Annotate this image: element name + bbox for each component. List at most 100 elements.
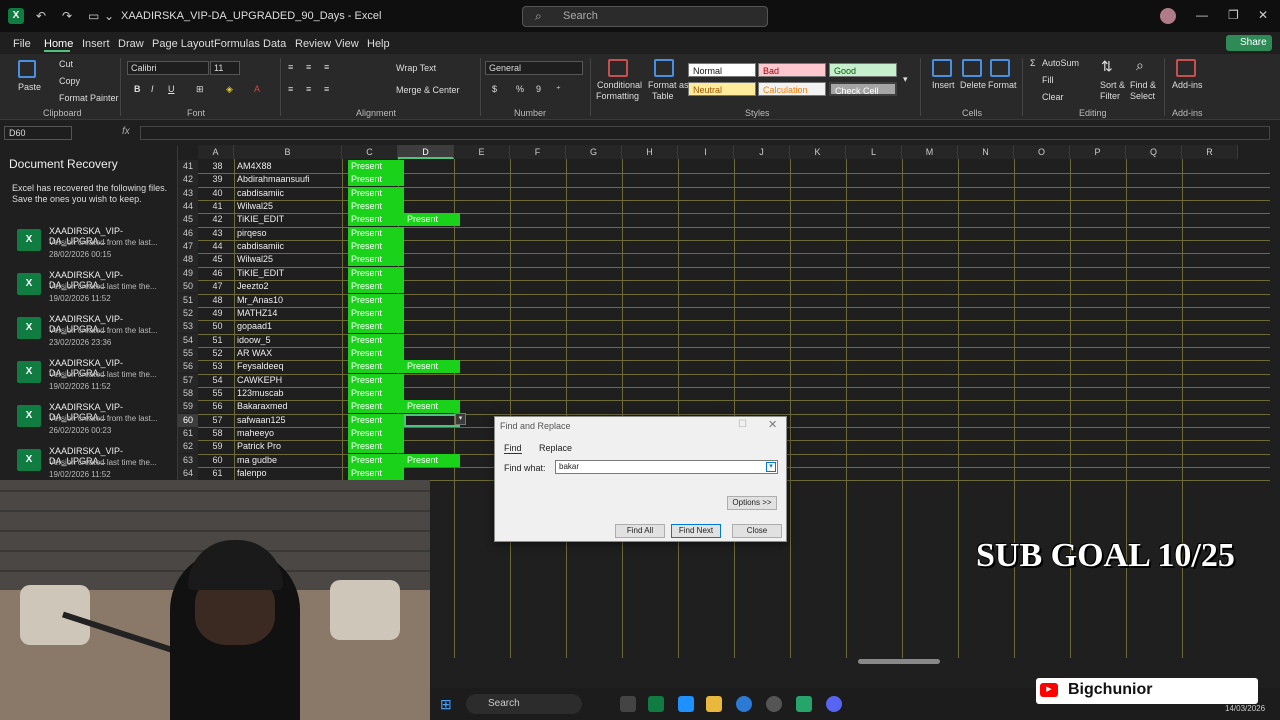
conditional-formatting-button[interactable]: Conditional: [597, 80, 642, 90]
column-header-p[interactable]: P: [1070, 145, 1126, 159]
insert-function-icon[interactable]: fx: [122, 126, 130, 137]
row-header[interactable]: 63: [178, 453, 198, 467]
font-name-select[interactable]: Calibri: [127, 61, 209, 75]
app-icon[interactable]: [766, 696, 782, 712]
column-header-k[interactable]: K: [790, 145, 846, 159]
align-top-icon[interactable]: ≡: [288, 62, 293, 72]
clear-button[interactable]: Clear: [1042, 92, 1064, 102]
cell-number[interactable]: 47: [198, 280, 234, 293]
styles-more-icon[interactable]: ▾: [903, 74, 908, 85]
font-size-select[interactable]: 11: [210, 61, 240, 75]
tab-draw[interactable]: Draw: [118, 38, 144, 50]
cell-status[interactable]: Present: [348, 373, 404, 387]
dialog-close-icon[interactable]: ✕: [768, 418, 777, 431]
find-history-dropdown-icon[interactable]: ▾: [766, 462, 776, 472]
restore-icon[interactable]: ❐: [1228, 8, 1239, 22]
row-header[interactable]: 60: [178, 413, 198, 427]
column-header-r[interactable]: R: [1182, 145, 1238, 159]
delete-cells-button[interactable]: Delete: [960, 80, 986, 90]
cell-status[interactable]: Present: [348, 427, 404, 440]
cell-username[interactable]: 123muscab: [234, 387, 342, 400]
cell-day-d[interactable]: [404, 334, 460, 347]
search-input[interactable]: ⌕ Search: [522, 6, 768, 27]
row-header[interactable]: 41: [178, 160, 198, 173]
tab-replace[interactable]: Replace: [539, 443, 572, 453]
row-header[interactable]: 51: [178, 293, 198, 307]
column-header-q[interactable]: Q: [1126, 145, 1182, 159]
recovery-item[interactable]: X XAADIRSKA_VIP-DA_UPGRA... Version crea…: [0, 358, 177, 402]
row-header[interactable]: 42: [178, 173, 198, 187]
cell-number[interactable]: 54: [198, 374, 234, 387]
paste-button[interactable]: Paste: [18, 82, 41, 92]
cell-username[interactable]: Patrick Pro: [234, 440, 342, 453]
whatsapp-icon[interactable]: [796, 696, 812, 712]
cell-username[interactable]: cabdisamiic: [234, 187, 342, 200]
align-center-icon[interactable]: ≡: [306, 84, 311, 94]
undo-icon[interactable]: ↶: [36, 9, 46, 23]
cell-number[interactable]: 55: [198, 387, 234, 400]
sort-filter-button[interactable]: Sort &: [1100, 80, 1125, 90]
cell-status[interactable]: Present: [348, 320, 404, 334]
cell-number[interactable]: 59: [198, 440, 234, 453]
cell-number[interactable]: 40: [198, 187, 234, 200]
tab-formulas[interactable]: Formulas: [214, 38, 260, 50]
cell-number[interactable]: 44: [198, 240, 234, 253]
align-bottom-icon[interactable]: ≡: [324, 62, 329, 72]
cell-username[interactable]: AR WAX: [234, 347, 342, 360]
format-as-table-icon[interactable]: [654, 59, 674, 77]
cell-username[interactable]: Bakaraxmed: [234, 400, 342, 413]
cell-username[interactable]: Wilwal25: [234, 253, 342, 266]
find-select-icon[interactable]: ⌕: [1136, 57, 1144, 74]
cell-status[interactable]: Present: [348, 440, 404, 454]
row-header[interactable]: 45: [178, 213, 198, 227]
cell-status[interactable]: Present: [348, 453, 404, 467]
align-right-icon[interactable]: ≡: [324, 84, 329, 94]
row-header[interactable]: 64: [178, 467, 198, 481]
cell-day-d[interactable]: Present: [404, 400, 460, 414]
cell-username[interactable]: AM4X88: [234, 160, 342, 173]
insert-cells-button[interactable]: Insert: [932, 80, 955, 90]
row-header[interactable]: 61: [178, 427, 198, 440]
tab-file[interactable]: File: [13, 38, 31, 50]
increase-decimal-icon[interactable]: ⁺: [556, 84, 561, 95]
insert-cells-icon[interactable]: [932, 59, 952, 77]
cell-day-d[interactable]: [404, 160, 460, 173]
cell-number[interactable]: 43: [198, 227, 234, 240]
font-color-icon[interactable]: A: [254, 84, 260, 94]
column-header-d[interactable]: D: [398, 145, 454, 159]
cell-number[interactable]: 41: [198, 200, 234, 213]
style-bad[interactable]: Bad: [758, 63, 826, 77]
cell-day-d[interactable]: [404, 200, 460, 213]
cell-username[interactable]: Wilwal25: [234, 200, 342, 213]
discord-icon[interactable]: [826, 696, 842, 712]
cell-day-d[interactable]: [404, 320, 460, 333]
cell-username[interactable]: Jeezto2: [234, 280, 342, 293]
cell-number[interactable]: 50: [198, 320, 234, 333]
format-cells-icon[interactable]: [990, 59, 1010, 77]
cell-day-d[interactable]: [404, 387, 460, 400]
style-check-cell[interactable]: Check Cell: [829, 82, 897, 96]
horizontal-scrollbar[interactable]: [858, 659, 940, 664]
tab-find[interactable]: Find: [504, 443, 522, 454]
delete-cells-icon[interactable]: [962, 59, 982, 77]
cell-status[interactable]: Present: [348, 253, 404, 267]
cell-day-d[interactable]: [404, 374, 460, 387]
paste-icon[interactable]: [18, 60, 36, 78]
cell-username[interactable]: TiKIE_EDIT: [234, 213, 342, 226]
taskbar-search[interactable]: Search: [466, 694, 582, 714]
cell-status[interactable]: Present: [348, 240, 404, 254]
share-button[interactable]: Share: [1226, 35, 1272, 51]
task-view-icon[interactable]: [620, 696, 636, 712]
browser-icon[interactable]: [736, 696, 752, 712]
format-cells-button[interactable]: Format: [988, 80, 1017, 90]
name-box[interactable]: D60: [4, 126, 72, 140]
cut-button[interactable]: Cut: [59, 59, 73, 69]
recovery-item[interactable]: X XAADIRSKA_VIP-DA_UPGRA... Version crea…: [0, 314, 177, 358]
recovery-item[interactable]: X XAADIRSKA_VIP-DA_UPGRA... Version crea…: [0, 226, 177, 270]
italic-icon[interactable]: I: [151, 84, 154, 94]
column-header-e[interactable]: E: [454, 145, 510, 159]
row-header[interactable]: 46: [178, 226, 198, 240]
row-header[interactable]: 52: [178, 306, 198, 320]
cell-number[interactable]: 60: [198, 454, 234, 467]
find-next-button[interactable]: Find Next: [671, 524, 721, 538]
